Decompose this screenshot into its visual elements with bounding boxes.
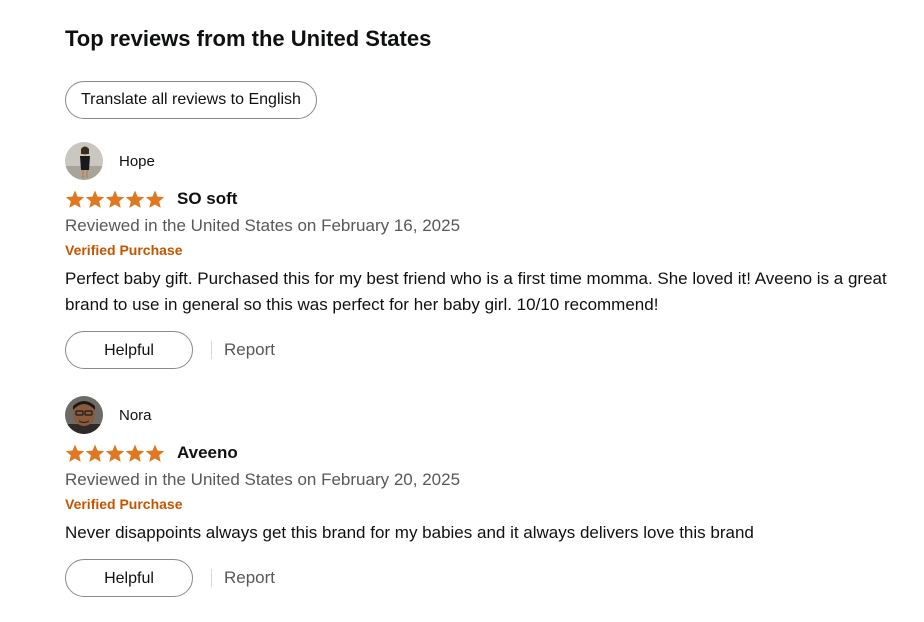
star-icon bbox=[85, 190, 105, 208]
avatar[interactable] bbox=[65, 142, 103, 180]
reviewer-profile[interactable]: Hope bbox=[65, 142, 905, 180]
review-date: Reviewed in the United States on Februar… bbox=[65, 216, 461, 235]
section-title: Top reviews from the United States bbox=[65, 26, 432, 51]
report-link[interactable]: Report bbox=[224, 340, 275, 360]
star-icon bbox=[85, 444, 105, 462]
divider bbox=[211, 341, 212, 359]
helpful-button[interactable]: Helpful bbox=[65, 559, 193, 597]
translate-reviews-button[interactable]: Translate all reviews to English bbox=[65, 81, 317, 119]
star-icon bbox=[145, 444, 165, 462]
star-icon bbox=[65, 190, 85, 208]
verified-purchase-badge: Verified Purchase bbox=[65, 496, 183, 512]
star-icon bbox=[125, 190, 145, 208]
report-link[interactable]: Report bbox=[224, 568, 275, 588]
reviewer-name[interactable]: Hope bbox=[119, 153, 155, 170]
review-body: Never disappoints always get this brand … bbox=[65, 523, 754, 542]
rating-row: SO soft bbox=[65, 188, 905, 210]
star-icon bbox=[125, 444, 145, 462]
reviewer-name[interactable]: Nora bbox=[119, 407, 152, 424]
avatar-photo-icon bbox=[65, 142, 103, 180]
review-actions: Helpful Report bbox=[65, 558, 905, 598]
star-rating[interactable] bbox=[65, 443, 165, 463]
verified-purchase-badge: Verified Purchase bbox=[65, 242, 183, 258]
star-icon bbox=[105, 444, 125, 462]
avatar-photo-icon bbox=[65, 396, 103, 434]
star-icon bbox=[145, 190, 165, 208]
divider bbox=[211, 569, 212, 587]
reviewer-profile[interactable]: Nora bbox=[65, 396, 905, 434]
review-date: Reviewed in the United States on Februar… bbox=[65, 470, 461, 489]
review-item: Nora Aveeno Reviewed in the United State… bbox=[65, 396, 905, 598]
review-body: Perfect baby gift. Purchased this for my… bbox=[65, 269, 887, 314]
avatar[interactable] bbox=[65, 396, 103, 434]
star-icon bbox=[65, 444, 85, 462]
star-rating[interactable] bbox=[65, 189, 165, 209]
review-actions: Helpful Report bbox=[65, 330, 905, 370]
rating-row: Aveeno bbox=[65, 442, 905, 464]
review-item: Hope SO soft Reviewed in the United Stat… bbox=[65, 142, 905, 370]
star-icon bbox=[105, 190, 125, 208]
review-title[interactable]: SO soft bbox=[177, 189, 237, 209]
review-title[interactable]: Aveeno bbox=[177, 443, 238, 463]
helpful-button[interactable]: Helpful bbox=[65, 331, 193, 369]
